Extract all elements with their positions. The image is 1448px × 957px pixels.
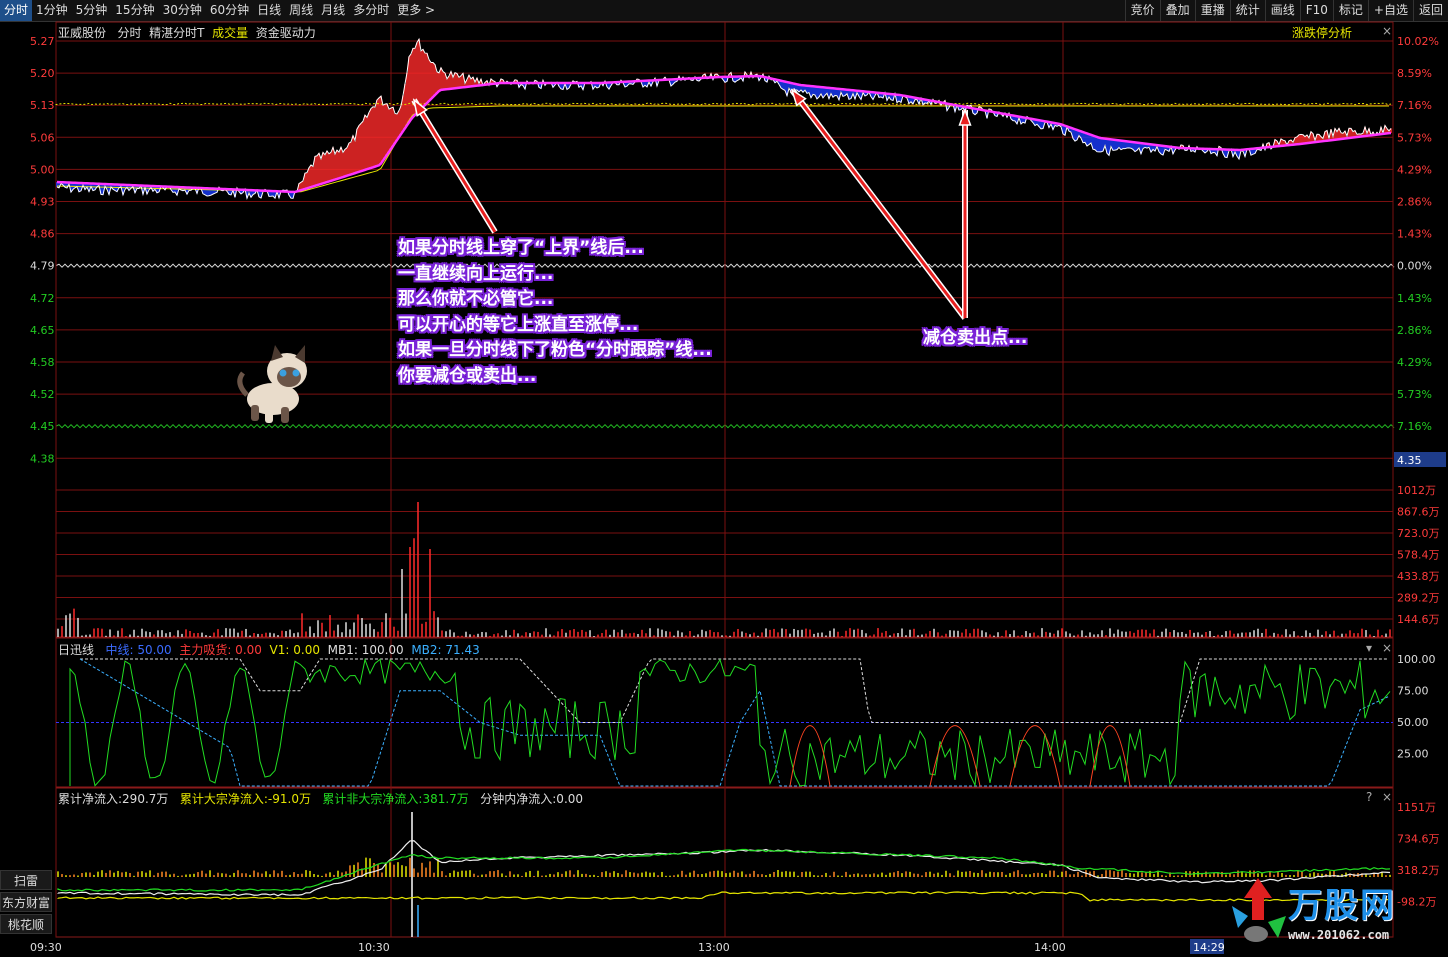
sidebar-item-taohuashun[interactable]: 桃花顺 xyxy=(0,914,52,934)
price-line xyxy=(56,37,1392,200)
annotation-line: 那么你就不必管它... xyxy=(398,289,554,309)
watermark-text: 万股网 xyxy=(1288,886,1396,926)
price-marker: 4.35 xyxy=(1397,454,1422,467)
flow-tick: 1151万 xyxy=(1397,801,1436,814)
flow-panel-close[interactable]: × xyxy=(1382,790,1392,804)
volume-tick: 1012万 xyxy=(1397,484,1436,497)
price-tick-right: 4.29% xyxy=(1397,356,1432,369)
volume-tick: 144.6万 xyxy=(1397,613,1440,626)
zhuli-hump xyxy=(1009,725,1061,787)
indicator-name[interactable]: 精湛分时T xyxy=(149,26,204,40)
indicator-tick: 75.00 xyxy=(1397,685,1429,698)
tracking-line xyxy=(56,74,1392,194)
price-tick-left: 5.13 xyxy=(30,99,55,112)
price-tick-left: 4.58 xyxy=(30,356,55,369)
zhuli-value: 主力吸货: 0.00 xyxy=(179,643,262,657)
annotation-line: 如果一旦分时线下了粉色“分时跟踪”线... xyxy=(398,340,712,360)
indicator-panel-close[interactable]: × xyxy=(1382,641,1392,655)
mode-label: 分时 xyxy=(117,26,142,40)
price-tick-left: 4.72 xyxy=(30,292,55,305)
price-tick-left: 4.38 xyxy=(30,452,55,465)
cat-sticker-icon xyxy=(237,345,307,423)
volume-tick: 723.0万 xyxy=(1397,527,1440,540)
v1-value: V1: 0.00 xyxy=(269,643,320,657)
flow-tick: 734.6万 xyxy=(1397,833,1440,846)
price-tick-left: 4.65 xyxy=(30,324,55,337)
price-tick-right: 2.86% xyxy=(1397,324,1432,337)
zhongxian-value: 中线: 50.00 xyxy=(105,643,172,657)
sidebar-item-saolei[interactable]: 扫雷 xyxy=(0,870,52,890)
indicator-panel-header: 日迅线 中线: 50.00 主力吸货: 0.00 V1: 0.00 MB1: 1… xyxy=(58,641,480,658)
price-tick-right: 1.43% xyxy=(1397,292,1432,305)
flow-panel-header: 累计净流入:290.7万 累计大宗净流入:-91.0万 累计非大宗净流入:381… xyxy=(58,790,583,807)
price-panel-close[interactable]: × xyxy=(1382,24,1392,38)
price-tick-left: 5.20 xyxy=(30,67,55,80)
intraday-chart[interactable]: 5.27 5.20 5.13 5.06 5.00 4.93 4.86 4.79 4.72 4.65… xyxy=(0,0,1448,957)
annotation-strategy: 如果分时线上穿了“上界”线后... 一直继续向上运行... 那么你就不必管它... 可… xyxy=(398,236,712,389)
min-flow-value: 分钟内净流入:0.00 xyxy=(480,792,584,806)
price-tick-right: 2.86% xyxy=(1397,196,1432,209)
annotation-arrow xyxy=(412,99,497,233)
price-tick-left: 5.00 xyxy=(30,163,55,176)
price-tick-left: 4.45 xyxy=(30,420,55,433)
volume-label[interactable]: 成交量 xyxy=(212,26,248,40)
price-tick-left: 5.06 xyxy=(30,131,55,144)
indicator-tick: 50.00 xyxy=(1397,716,1429,729)
price-tick-left: 4.86 xyxy=(30,228,55,241)
price-tick-left: 4.79 xyxy=(30,260,55,273)
flow-line xyxy=(57,848,1391,892)
price-panel-header: 亚威股份 分时 精湛分时T 成交量 资金驱动力 xyxy=(58,24,316,41)
annotation-sell-point: 减仓卖出点... xyxy=(923,328,1028,348)
price-tick-left: 5.27 xyxy=(30,35,55,48)
volume-tick: 433.8万 xyxy=(1397,570,1440,583)
cum-flow-value: 累计净流入:290.7万 xyxy=(58,792,169,806)
price-tick-right: 5.73% xyxy=(1397,131,1432,144)
flow-line xyxy=(57,891,1391,902)
upper-bound-line xyxy=(55,102,1392,106)
bull-logo-icon xyxy=(1232,878,1286,942)
annotation-arrow xyxy=(790,89,967,319)
time-cursor: 14:29 xyxy=(1193,941,1225,954)
price-tick-right: 8.59% xyxy=(1397,67,1432,80)
watermark-logo: 万股网 www.201062.com xyxy=(1228,876,1428,950)
time-label: 14:00 xyxy=(1034,941,1066,954)
arrow-head xyxy=(958,107,972,126)
indicator-tick: 100.00 xyxy=(1397,653,1436,666)
stock-name: 亚威股份 xyxy=(58,26,107,40)
price-tick-right: 1.43% xyxy=(1397,228,1432,241)
cum-nonblock-value: 累计非大宗净流入:381.7万 xyxy=(322,792,469,806)
price-tick-right: 0.00% xyxy=(1397,260,1432,273)
volume-tick: 289.2万 xyxy=(1397,592,1440,605)
watermark-url: www.201062.com xyxy=(1288,928,1390,942)
capital-label[interactable]: 资金驱动力 xyxy=(256,26,316,40)
indicator-panel-name[interactable]: 日迅线 xyxy=(58,643,94,657)
indicator-tick: 25.00 xyxy=(1397,748,1429,761)
annotation-line: 可以开心的等它上涨直至涨停... xyxy=(398,314,639,335)
volume-tick: 867.6万 xyxy=(1397,506,1440,519)
chevron-down-icon[interactable]: ▾ xyxy=(1366,641,1372,655)
limit-analysis-link[interactable]: 涨跌停分析 xyxy=(1292,24,1352,41)
help-icon[interactable]: ? xyxy=(1366,790,1372,804)
price-tick-left: 4.93 xyxy=(30,196,55,209)
time-label: 10:30 xyxy=(358,941,390,954)
annotation-line: 一直继续向上运行... xyxy=(398,263,554,284)
mb2-value: MB2: 71.43 xyxy=(411,643,480,657)
annotation-line: 如果分时线上穿了“上界”线后... xyxy=(398,238,644,258)
time-label: 13:00 xyxy=(698,941,730,954)
price-tick-right: 10.02% xyxy=(1397,35,1439,48)
price-tick-right: 7.16% xyxy=(1397,420,1432,433)
price-tick-left: 4.52 xyxy=(30,388,55,401)
price-tick-right: 4.29% xyxy=(1397,163,1432,176)
sidebar-item-eastmoney[interactable]: 东方财富 xyxy=(0,892,52,912)
volume-tick: 578.4万 xyxy=(1397,549,1440,562)
price-tick-right: 5.73% xyxy=(1397,388,1432,401)
annotation-line: 你要减仓或卖出... xyxy=(398,365,537,386)
flow-line xyxy=(57,840,1391,897)
mb1-value: MB1: 100.00 xyxy=(327,643,404,657)
cum-block-value: 累计大宗净流入:-91.0万 xyxy=(179,792,311,806)
time-label: 09:30 xyxy=(30,941,62,954)
price-tick-right: 7.16% xyxy=(1397,99,1432,112)
